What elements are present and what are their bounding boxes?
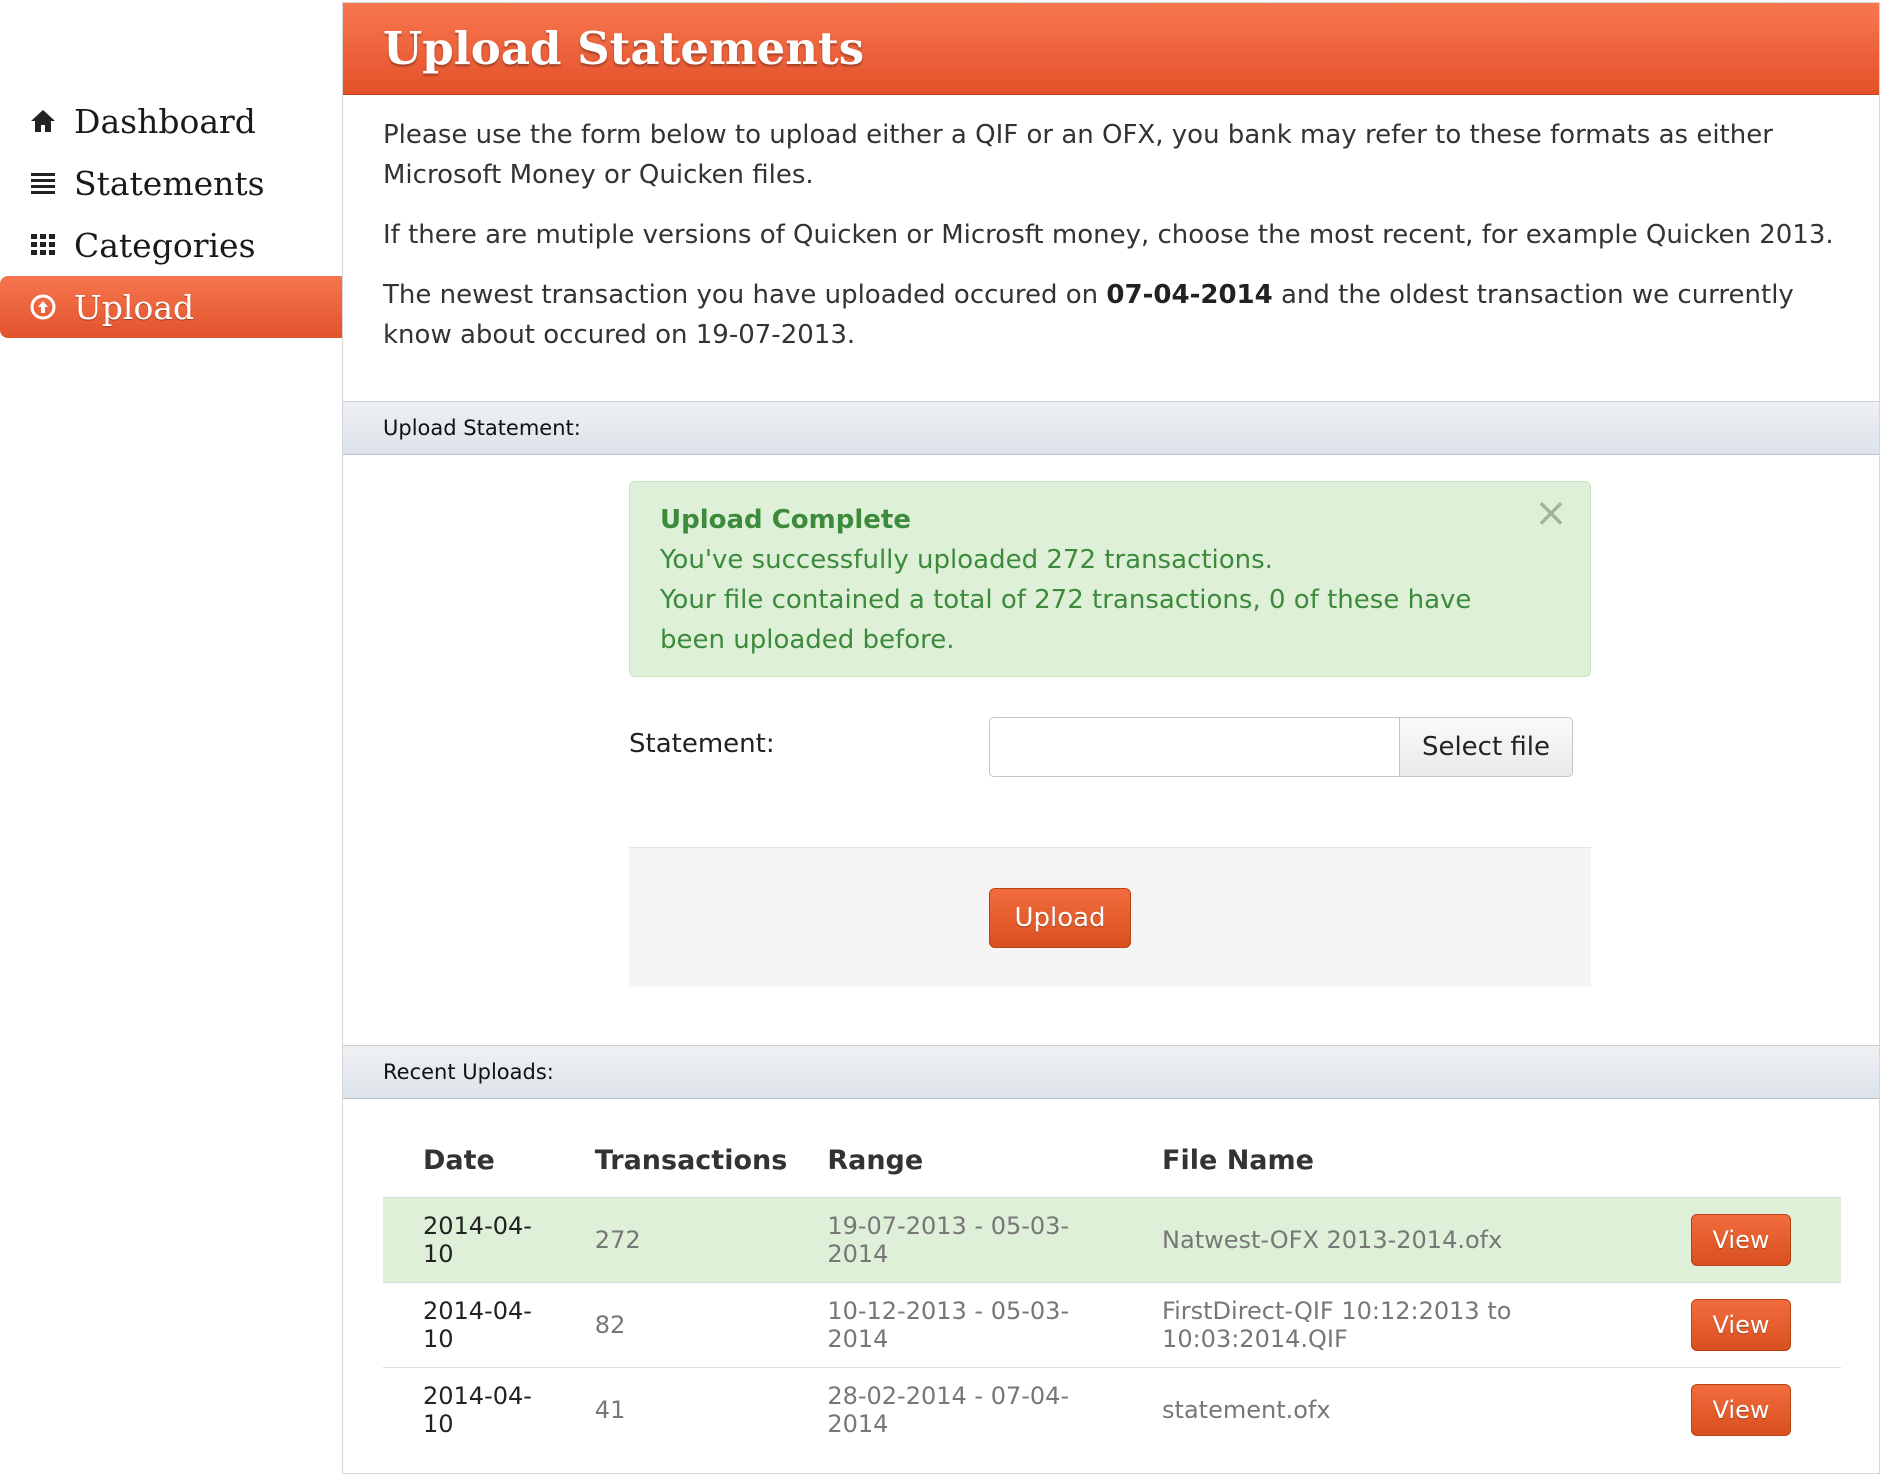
grid-icon	[28, 230, 58, 260]
recent-section-heading: Recent Uploads:	[343, 1045, 1879, 1099]
column-header: File Name	[1162, 1144, 1314, 1176]
form-actions: Upload	[629, 847, 1591, 987]
cell-action: View	[1651, 1197, 1841, 1283]
view-button[interactable]: View	[1691, 1214, 1791, 1266]
sidebar-nav: Dashboard Statements Categories Upload	[0, 90, 342, 338]
view-button[interactable]: View	[1691, 1299, 1791, 1351]
upload-circle-icon	[28, 292, 58, 322]
page-title: Upload Statements	[383, 22, 865, 75]
cell-range: 10-12-2013 - 05-03-2014	[787, 1282, 1123, 1368]
sidebar-item-label: Upload	[74, 287, 195, 327]
statement-file-field: Select file	[989, 717, 1573, 777]
cell-date: 2014-04-10	[383, 1197, 555, 1283]
home-icon	[28, 106, 58, 136]
select-file-button[interactable]: Select file	[1399, 718, 1572, 776]
cell-file-name: FirstDirect-QIF 10:12:2013 to 10:03:2014…	[1122, 1282, 1651, 1368]
table-header-row: Date Transactions Range File Name	[383, 1123, 1841, 1198]
table-row: 2014-04-10 272 19-07-2013 - 05-03-2014 N…	[383, 1197, 1841, 1283]
section-heading-label: Recent Uploads:	[383, 1060, 554, 1084]
cell-transactions: 41	[554, 1367, 788, 1452]
sidebar-item-label: Dashboard	[74, 101, 256, 141]
intro-text-part: The newest transaction you have uploaded…	[383, 280, 1107, 310]
alert-title: Upload Complete	[660, 505, 911, 535]
alert-message: You've successfully uploaded 272 transac…	[660, 545, 1273, 575]
cell-action: View	[1651, 1282, 1841, 1368]
cell-date: 2014-04-10	[383, 1282, 555, 1368]
cell-range: 28-02-2014 - 07-04-2014	[787, 1367, 1123, 1452]
cell-range: 19-07-2013 - 05-03-2014	[787, 1197, 1123, 1283]
upload-section-heading: Upload Statement:	[343, 401, 1879, 455]
file-path-input[interactable]	[990, 718, 1399, 776]
sidebar-item-categories[interactable]: Categories	[0, 214, 342, 276]
intro-text: Please use the form below to upload eith…	[343, 95, 1879, 355]
column-header: Transactions	[594, 1144, 788, 1176]
column-header: Range	[827, 1144, 924, 1176]
upload-button[interactable]: Upload	[989, 888, 1131, 948]
recent-uploads-table: Date Transactions Range File Name 2014-0…	[383, 1123, 1841, 1452]
intro-paragraph: Please use the form below to upload eith…	[383, 120, 1773, 190]
cell-action: View	[1651, 1367, 1841, 1452]
sidebar-item-statements[interactable]: Statements	[0, 152, 342, 214]
intro-paragraph: If there are mutiple versions of Quicken…	[383, 220, 1834, 250]
sidebar-item-upload[interactable]: Upload	[0, 276, 342, 338]
table-row: 2014-04-10 41 28-02-2014 - 07-04-2014 st…	[383, 1367, 1841, 1452]
list-icon	[28, 168, 58, 198]
intro-paragraph: The newest transaction you have uploaded…	[383, 275, 1839, 355]
cell-transactions: 272	[554, 1197, 788, 1283]
alert-message: Your file contained a total of 272 trans…	[660, 585, 1472, 655]
view-button[interactable]: View	[1691, 1384, 1791, 1436]
column-header: Date	[423, 1144, 495, 1176]
table-row: 2014-04-10 82 10-12-2013 - 05-03-2014 Fi…	[383, 1282, 1841, 1368]
main-panel: Upload Statements Please use the form be…	[342, 2, 1880, 1474]
cell-file-name: statement.ofx	[1122, 1367, 1651, 1452]
newest-date: 07-04-2014	[1106, 280, 1273, 310]
statement-label: Statement:	[629, 729, 775, 759]
close-icon[interactable]: ×	[1534, 493, 1568, 533]
section-heading-label: Upload Statement:	[383, 416, 581, 440]
sidebar-item-label: Statements	[74, 163, 265, 203]
column-header	[1651, 1123, 1841, 1198]
cell-transactions: 82	[554, 1282, 788, 1368]
success-alert: Upload Complete You've successfully uplo…	[629, 481, 1591, 677]
cell-date: 2014-04-10	[383, 1367, 555, 1452]
cell-file-name: Natwest-OFX 2013-2014.ofx	[1122, 1197, 1651, 1283]
panel-header: Upload Statements	[343, 3, 1879, 95]
sidebar-item-dashboard[interactable]: Dashboard	[0, 90, 342, 152]
sidebar-item-label: Categories	[74, 225, 256, 265]
